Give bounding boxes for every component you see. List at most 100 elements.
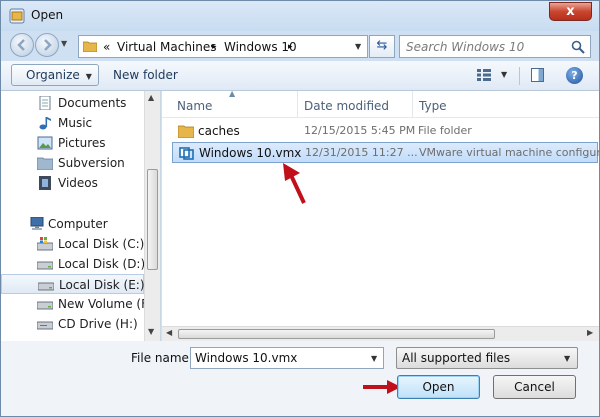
- toolbar-divider: [519, 67, 520, 85]
- nav-item-local-disk-d[interactable]: Local Disk (D:): [1, 254, 145, 274]
- address-dropdown-icon[interactable]: ▼: [355, 42, 361, 51]
- forward-button[interactable]: [35, 33, 59, 57]
- breadcrumb-virtual-machines[interactable]: Virtual Machines: [117, 40, 217, 54]
- nav-item-label: Subversion: [58, 156, 125, 170]
- open-button[interactable]: Open: [397, 375, 480, 399]
- open-dialog: Open x ▼ « Virtual Machines ▸ Windows 10…: [0, 0, 600, 417]
- nav-item-local-disk-c[interactable]: Local Disk (C:): [1, 234, 144, 254]
- vmx-file-icon: [179, 147, 194, 160]
- file-date: 12/31/2015 11:27 ...: [305, 146, 418, 159]
- scroll-right-icon[interactable]: ▶: [587, 328, 593, 337]
- breadcrumb-separator-end[interactable]: ▸: [288, 42, 293, 52]
- file-list: ▲ Name Date modified Type caches 12/15/2…: [162, 89, 599, 326]
- scroll-down-icon[interactable]: ▼: [148, 327, 154, 336]
- organize-label: Organize: [26, 68, 80, 82]
- documents-icon: [39, 96, 51, 110]
- navigation-pane-scrollbar[interactable]: ▲ ▼: [144, 91, 160, 341]
- navigation-pane: Documents Music Pictures Subversion Vide…: [1, 91, 161, 341]
- file-row-caches[interactable]: caches 12/15/2015 5:45 PM File folder: [172, 121, 598, 142]
- window-title: Open: [31, 8, 64, 22]
- folder-icon: [178, 125, 194, 138]
- open-dialog-icon: [9, 8, 25, 24]
- file-name-panel: File name: Windows 10.vmx ▼ All supporte…: [1, 341, 599, 416]
- file-name-dropdown-icon[interactable]: ▼: [371, 354, 377, 363]
- column-header-name[interactable]: Name: [177, 99, 212, 113]
- file-name: Windows 10.vmx: [199, 146, 302, 160]
- title-bar: Open x: [1, 1, 599, 31]
- scroll-left-icon[interactable]: ◀: [166, 328, 172, 337]
- file-type-filter-value: All supported files: [402, 351, 511, 365]
- column-header-date[interactable]: Date modified: [304, 99, 389, 113]
- file-date: 12/15/2015 5:45 PM: [304, 124, 416, 137]
- nav-item-videos[interactable]: Videos: [1, 173, 144, 193]
- search-icon[interactable]: [571, 40, 585, 54]
- red-annotation-arrow-icon: [283, 163, 306, 204]
- nav-item-new-volume-f[interactable]: New Volume (F:): [1, 294, 156, 314]
- scroll-up-icon[interactable]: ▲: [148, 93, 154, 102]
- nav-item-label: Computer: [48, 217, 108, 231]
- file-type: VMware virtual machine configura: [419, 146, 599, 159]
- file-row-windows-10-vmx[interactable]: Windows 10.vmx 12/31/2015 11:27 ... VMwa…: [172, 142, 599, 163]
- pictures-icon: [37, 136, 53, 150]
- computer-icon: [30, 217, 44, 230]
- view-dropdown-icon[interactable]: ▼: [501, 70, 507, 79]
- drive-icon: [38, 282, 54, 291]
- drive-icon: [37, 261, 53, 270]
- column-divider[interactable]: [412, 91, 413, 117]
- music-icon: [39, 117, 51, 130]
- refresh-button[interactable]: ⇆: [369, 35, 395, 58]
- cancel-button[interactable]: Cancel: [493, 375, 576, 399]
- nav-item-local-disk-e[interactable]: Local Disk (E:): [1, 274, 145, 294]
- nav-item-pictures[interactable]: Pictures: [1, 133, 144, 153]
- sort-ascending-icon: ▲: [229, 89, 236, 98]
- column-divider[interactable]: [297, 91, 298, 117]
- file-name-label: File name:: [131, 351, 193, 365]
- windows-drive-icon: [37, 237, 53, 251]
- breadcrumb-overflow[interactable]: «: [103, 40, 110, 54]
- horizontal-scrollbar-thumb[interactable]: [178, 329, 495, 339]
- breadcrumb-windows-10[interactable]: Windows 10: [224, 40, 297, 54]
- nav-item-music[interactable]: Music: [1, 113, 144, 133]
- file-name: caches: [198, 124, 240, 138]
- file-type-filter-select[interactable]: All supported files ▼: [396, 347, 578, 369]
- subversion-icon: [37, 157, 53, 170]
- organize-dropdown-icon: ▼: [85, 72, 92, 81]
- search-placeholder: Search Windows 10: [406, 40, 525, 54]
- new-folder-button[interactable]: New folder: [113, 68, 178, 82]
- nav-item-label: Documents: [58, 96, 127, 110]
- breadcrumb-separator[interactable]: ▸: [212, 42, 217, 52]
- help-icon[interactable]: ?: [566, 67, 583, 84]
- nav-item-label: Music: [58, 116, 93, 130]
- file-list-horizontal-scrollbar[interactable]: ◀ ▶: [162, 326, 599, 341]
- nav-item-label: Local Disk (E:): [59, 278, 145, 292]
- nav-item-label: New Volume (F:): [58, 297, 156, 311]
- videos-icon: [39, 176, 51, 190]
- organize-button[interactable]: Organize ▼: [11, 64, 99, 86]
- nav-item-subversion[interactable]: Subversion: [1, 153, 144, 173]
- cd-drive-icon: [37, 321, 53, 330]
- nav-item-computer[interactable]: Computer: [1, 214, 144, 234]
- file-name-input[interactable]: Windows 10.vmx ▼: [190, 347, 384, 369]
- address-bar[interactable]: « Virtual Machines ▸ Windows 10 ▸ ▼: [78, 35, 368, 58]
- column-headers: ▲ Name Date modified Type: [162, 89, 599, 118]
- nav-item-cd-drive-h[interactable]: CD Drive (H:): [1, 314, 144, 334]
- nav-item-label: Local Disk (C:): [58, 237, 145, 251]
- file-type: File folder: [418, 124, 472, 137]
- refresh-icon: ⇆: [376, 38, 388, 53]
- file-name-value: Windows 10.vmx: [195, 351, 298, 365]
- search-input[interactable]: Search Windows 10: [399, 35, 591, 58]
- preview-pane-icon[interactable]: [531, 68, 544, 82]
- view-options-icon[interactable]: [477, 69, 491, 81]
- nav-item-documents[interactable]: Documents: [1, 93, 144, 113]
- close-button[interactable]: x: [549, 2, 592, 21]
- navigation-bar: ▼ « Virtual Machines ▸ Windows 10 ▸ ▼ ⇆ …: [1, 31, 599, 61]
- command-toolbar: Organize ▼ New folder ▼ ?: [1, 61, 599, 91]
- scrollbar-thumb[interactable]: [147, 169, 158, 270]
- back-arrow-icon: [17, 39, 25, 51]
- column-header-type[interactable]: Type: [419, 99, 447, 113]
- nav-item-label: Pictures: [58, 136, 106, 150]
- back-button[interactable]: [10, 33, 34, 57]
- nav-item-label: Videos: [58, 176, 98, 190]
- recent-pages-dropdown-icon[interactable]: ▼: [61, 39, 67, 48]
- folder-icon: [83, 41, 97, 52]
